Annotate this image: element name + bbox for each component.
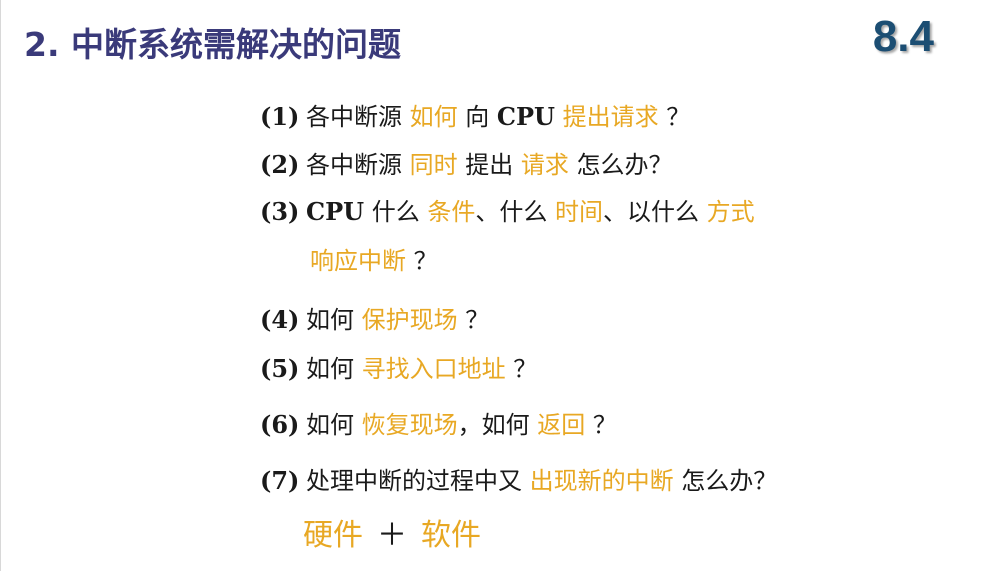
highlight-text: 保护现场	[361, 306, 458, 334]
cpu-text: CPU	[306, 197, 365, 226]
question-item-4: (4) 如何 保护现场 ？	[260, 303, 489, 337]
question-item-6: (6) 如何 恢复现场，如何 返回 ？	[260, 408, 617, 442]
page-title: 2. 中断系统需解决的问题	[24, 25, 401, 64]
question-text: ，如何	[457, 411, 538, 439]
question-item-5: (5) 如何 寻找入口地址 ？	[260, 352, 537, 386]
question-item-2: (2) 各中断源 同时 提出 请求 怎么办？	[260, 148, 673, 182]
question-text: 各中断源	[306, 151, 410, 179]
question-text: ？	[505, 355, 538, 383]
question-item-7: (7) 处理中断的过程中又 出现新的中断 怎么办？	[260, 464, 777, 498]
question-number: (2)	[260, 150, 300, 179]
highlight-text: 时间	[554, 198, 603, 226]
question-text: 如何	[306, 306, 362, 334]
highlight-text: 条件	[427, 198, 476, 226]
highlight-text: 如何	[409, 103, 458, 131]
question-item-3: (3) CPU 什么 条件、什么 时间、以什么 方式	[260, 195, 755, 229]
highlight-text: 提出请求	[562, 103, 659, 131]
question-text	[555, 103, 563, 131]
question-number: (4)	[260, 305, 300, 334]
answer-line: 硬件 ＋ 软件	[303, 516, 481, 556]
question-text: 提出	[457, 151, 521, 179]
section-number: 8.4	[872, 12, 934, 61]
question-text: ？	[457, 306, 490, 334]
question-text: ？	[658, 103, 691, 131]
question-number: (1)	[260, 102, 300, 131]
hardware-text: 硬件	[303, 518, 363, 553]
question-text: 怎么办？	[673, 467, 778, 495]
question-text: 向	[457, 103, 497, 131]
highlight-text: 出现新的中断	[529, 467, 674, 495]
question-text: ？	[406, 247, 438, 275]
question-number: (3)	[260, 197, 300, 226]
question-text: 处理中断的过程中又	[306, 467, 530, 495]
question-text: 各中断源	[306, 103, 410, 131]
highlight-text: 返回	[537, 411, 586, 439]
highlight-text: 同时	[409, 151, 458, 179]
question-text: ？	[585, 411, 617, 439]
highlight-text: 恢复现场	[361, 411, 458, 439]
question-number: (6)	[260, 410, 300, 439]
question-item-3-continuation: 响应中断 ？	[310, 244, 438, 278]
highlight-text: 请求	[520, 151, 569, 179]
question-text: 如何	[306, 355, 362, 383]
software-text: 软件	[421, 518, 481, 553]
question-text: 、什么	[475, 198, 555, 226]
question-number: (5)	[260, 354, 300, 383]
question-text: 什么	[364, 198, 428, 226]
highlight-text: 寻找入口地址	[361, 355, 506, 383]
question-text: 如何	[306, 411, 362, 439]
question-item-1: (1) 各中断源 如何 向 CPU 提出请求 ？	[260, 100, 690, 134]
plus-sign: ＋	[377, 518, 407, 553]
highlight-text: 方式	[706, 198, 755, 226]
left-border	[0, 0, 1, 571]
question-text: 怎么办？	[568, 151, 673, 179]
cpu-text: CPU	[496, 102, 555, 131]
question-text: 、以什么	[602, 198, 707, 226]
highlight-text: 响应中断	[310, 247, 406, 275]
question-number: (7)	[260, 466, 300, 495]
